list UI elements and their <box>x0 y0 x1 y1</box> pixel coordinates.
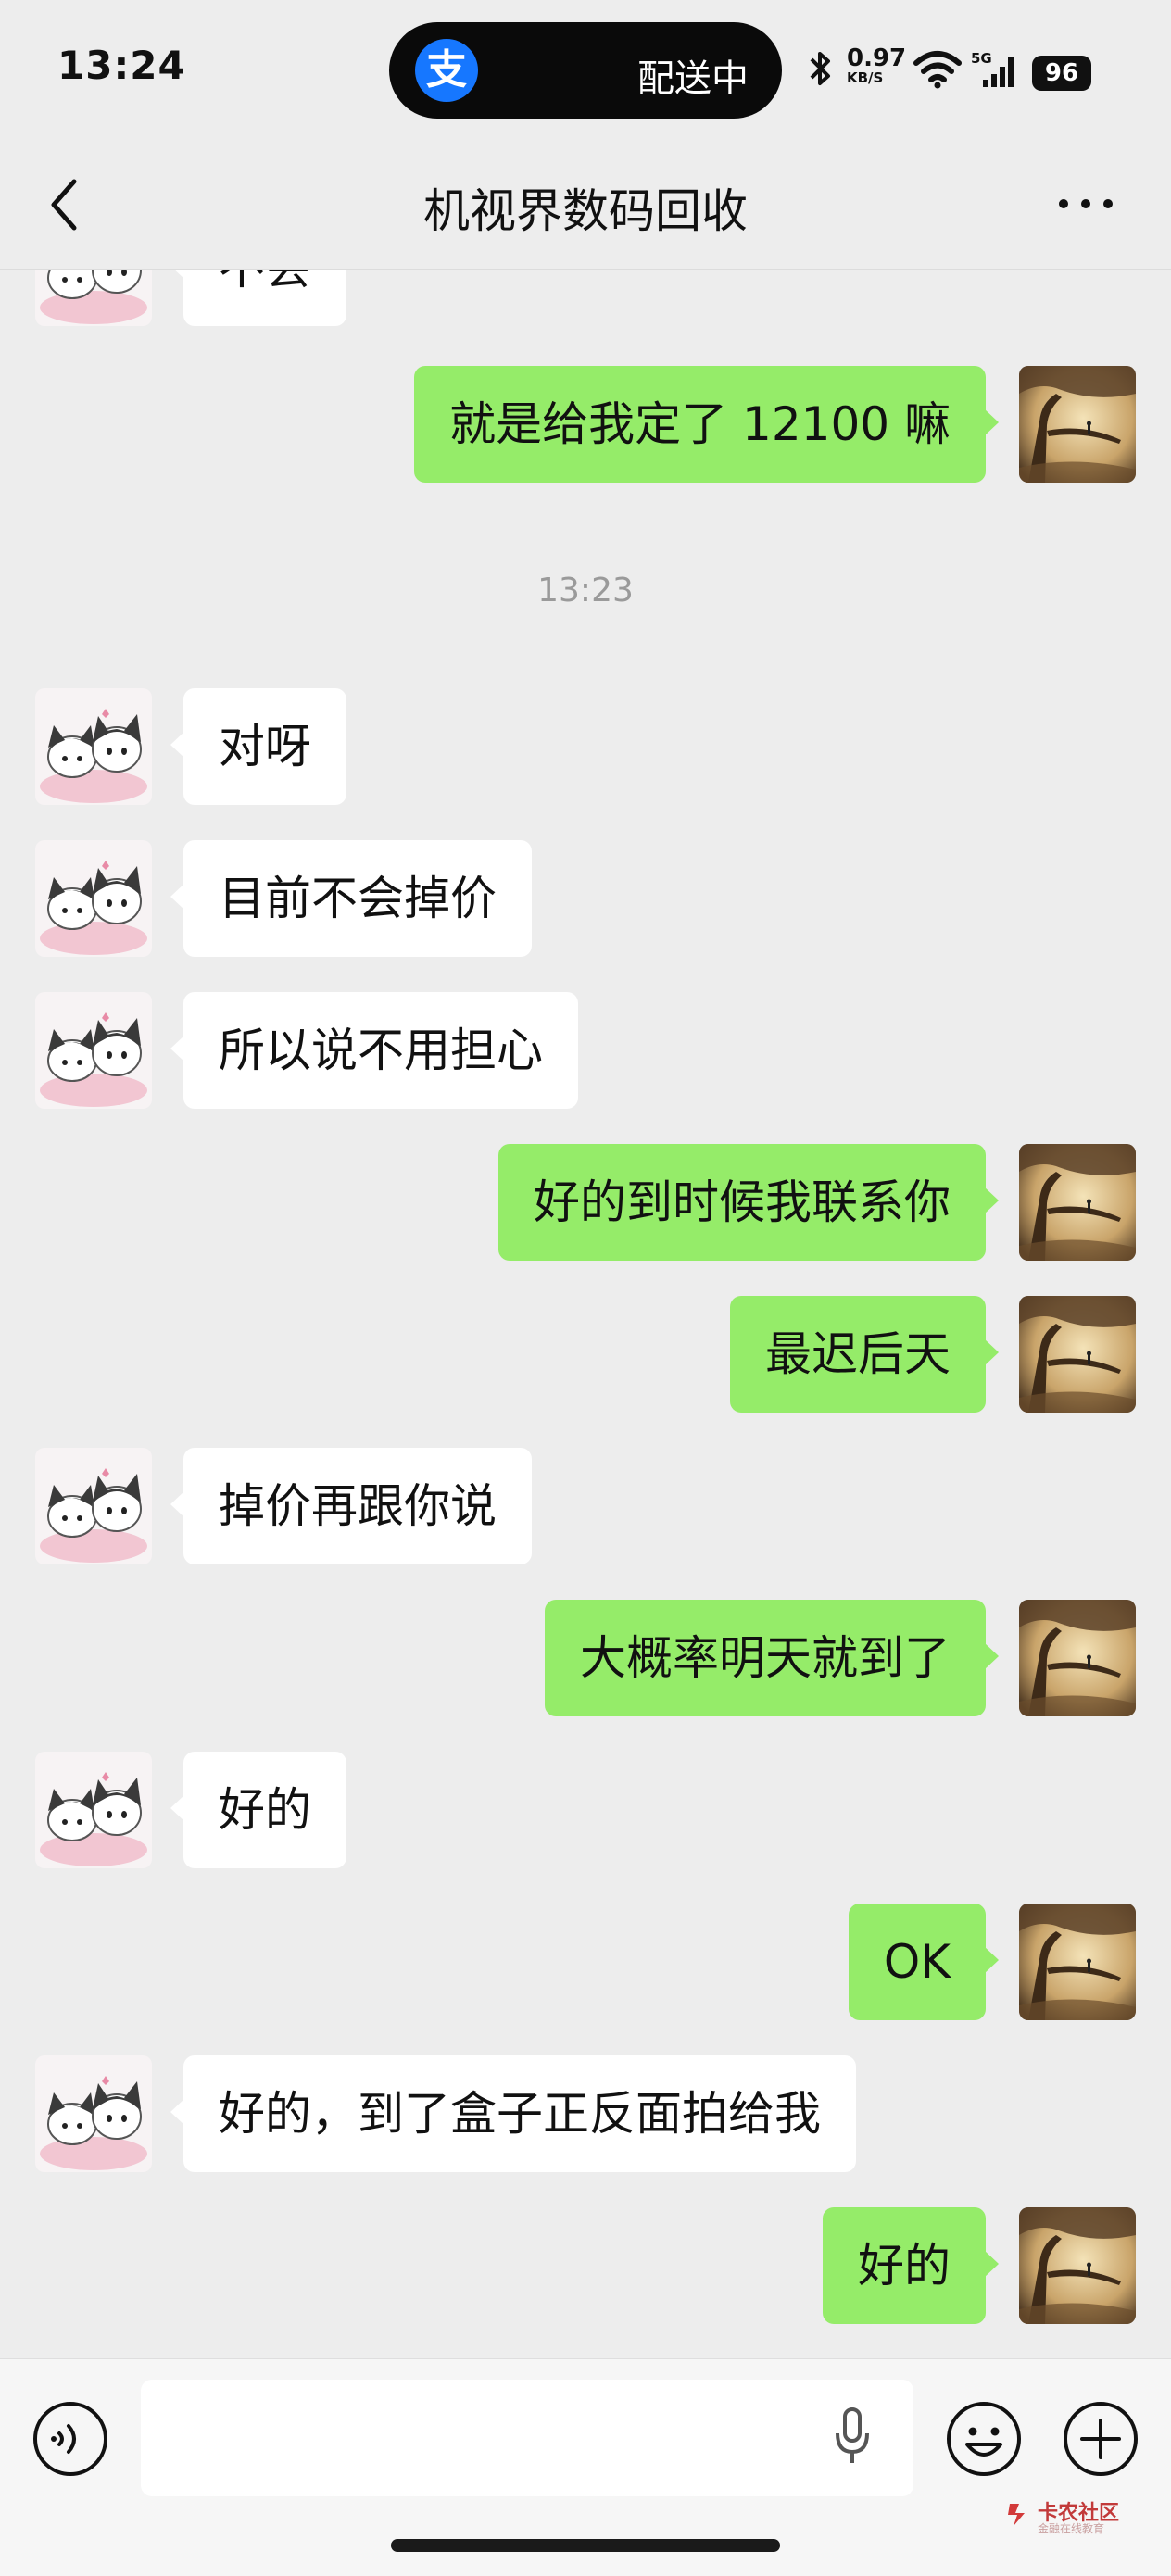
contact-avatar[interactable] <box>35 1448 152 1564</box>
contact-avatar[interactable] <box>35 2055 152 2172</box>
watermark-logo-icon <box>1008 2504 1025 2526</box>
network-speed: 0.97 KB/S <box>847 46 906 85</box>
more-options-button[interactable] <box>1056 195 1115 213</box>
message-row: 好的到时候我联系你 <box>0 1144 1171 1261</box>
mic-icon[interactable] <box>834 2404 871 2469</box>
chat-message-list[interactable]: 不会 就是给我定了 12100 嘛 13:23 对呀 目前不会掉价 所以说不用担… <box>0 270 1171 2358</box>
voice-icon[interactable] <box>31 2400 109 2478</box>
status-time: 13:24 <box>57 43 186 88</box>
message-row: 对呀 <box>0 688 1171 805</box>
self-avatar[interactable] <box>1019 1296 1136 1413</box>
message-row: 大概率明天就到了 <box>0 1600 1171 1716</box>
self-avatar[interactable] <box>1019 1144 1136 1261</box>
message-bubble[interactable]: 好的 <box>170 1752 346 1868</box>
message-bubble[interactable]: OK <box>848 1904 1000 2020</box>
message-bubble[interactable]: 掉价再跟你说 <box>170 1448 532 1564</box>
contact-avatar[interactable] <box>35 270 152 326</box>
home-indicator[interactable] <box>391 2539 780 2552</box>
cellular-signal-icon: 5G <box>971 50 1014 87</box>
message-row: 目前不会掉价 <box>0 840 1171 957</box>
status-bar: 13:24 支 配送中 0.97 KB/S 5G 96 <box>0 0 1171 139</box>
plus-icon[interactable] <box>1062 2400 1140 2478</box>
message-bubble[interactable]: 所以说不用担心 <box>170 992 578 1109</box>
contact-avatar[interactable] <box>35 840 152 957</box>
message-row: 好的，到了盒子正反面拍给我 <box>0 2055 1171 2172</box>
message-bubble[interactable]: 就是给我定了 12100 嘛 <box>414 366 999 483</box>
message-bubble[interactable]: 对呀 <box>170 688 346 805</box>
contact-avatar[interactable] <box>35 1752 152 1868</box>
island-activity-text: 配送中 <box>637 57 749 100</box>
message-row: OK <box>0 1904 1171 2020</box>
message-row: 所以说不用担心 <box>0 992 1171 1109</box>
message-row: 掉价再跟你说 <box>0 1448 1171 1564</box>
message-text-input[interactable] <box>141 2380 913 2496</box>
message-bubble[interactable]: 好的 <box>823 2207 999 2324</box>
message-row: 就是给我定了 12100 嘛 <box>0 366 1171 483</box>
watermark: 卡农社区 金融在线教育 <box>1006 2496 1164 2537</box>
message-row: 最迟后天 <box>0 1296 1171 1413</box>
dynamic-island[interactable]: 支 配送中 <box>389 22 782 119</box>
message-input-bar: 卡农社区 金融在线教育 <box>0 2358 1171 2576</box>
network-type-label: 5G <box>971 50 992 67</box>
contact-avatar[interactable] <box>35 688 152 805</box>
self-avatar[interactable] <box>1019 2207 1136 2324</box>
message-row: 不会 <box>0 270 1171 326</box>
battery-indicator: 96 <box>1032 56 1091 91</box>
message-bubble[interactable]: 好的到时候我联系你 <box>498 1144 999 1261</box>
network-speed-value: 0.97 <box>847 44 907 72</box>
message-bubble[interactable]: 目前不会掉价 <box>170 840 532 957</box>
message-bubble[interactable]: 大概率明天就到了 <box>545 1600 999 1716</box>
self-avatar[interactable] <box>1019 366 1136 483</box>
chat-title: 机视界数码回收 <box>423 184 748 238</box>
self-avatar[interactable] <box>1019 1600 1136 1716</box>
wifi-icon <box>913 51 962 89</box>
message-timestamp: 13:23 <box>537 572 634 609</box>
message-bubble[interactable]: 不会 <box>170 270 346 326</box>
contact-avatar[interactable] <box>35 992 152 1109</box>
network-speed-unit: KB/S <box>847 69 884 86</box>
message-row: 好的 <box>0 2207 1171 2324</box>
message-bubble[interactable]: 最迟后天 <box>730 1296 999 1413</box>
message-row: 好的 <box>0 1752 1171 1868</box>
alipay-icon: 支 <box>415 39 478 102</box>
self-avatar[interactable] <box>1019 1904 1136 2020</box>
chat-header: 机视界数码回收 <box>0 139 1171 270</box>
watermark-subtext: 金融在线教育 <box>1038 2522 1105 2535</box>
message-bubble[interactable]: 好的，到了盒子正反面拍给我 <box>170 2055 856 2172</box>
bluetooth-icon <box>810 52 830 85</box>
emoji-icon[interactable] <box>945 2400 1023 2478</box>
